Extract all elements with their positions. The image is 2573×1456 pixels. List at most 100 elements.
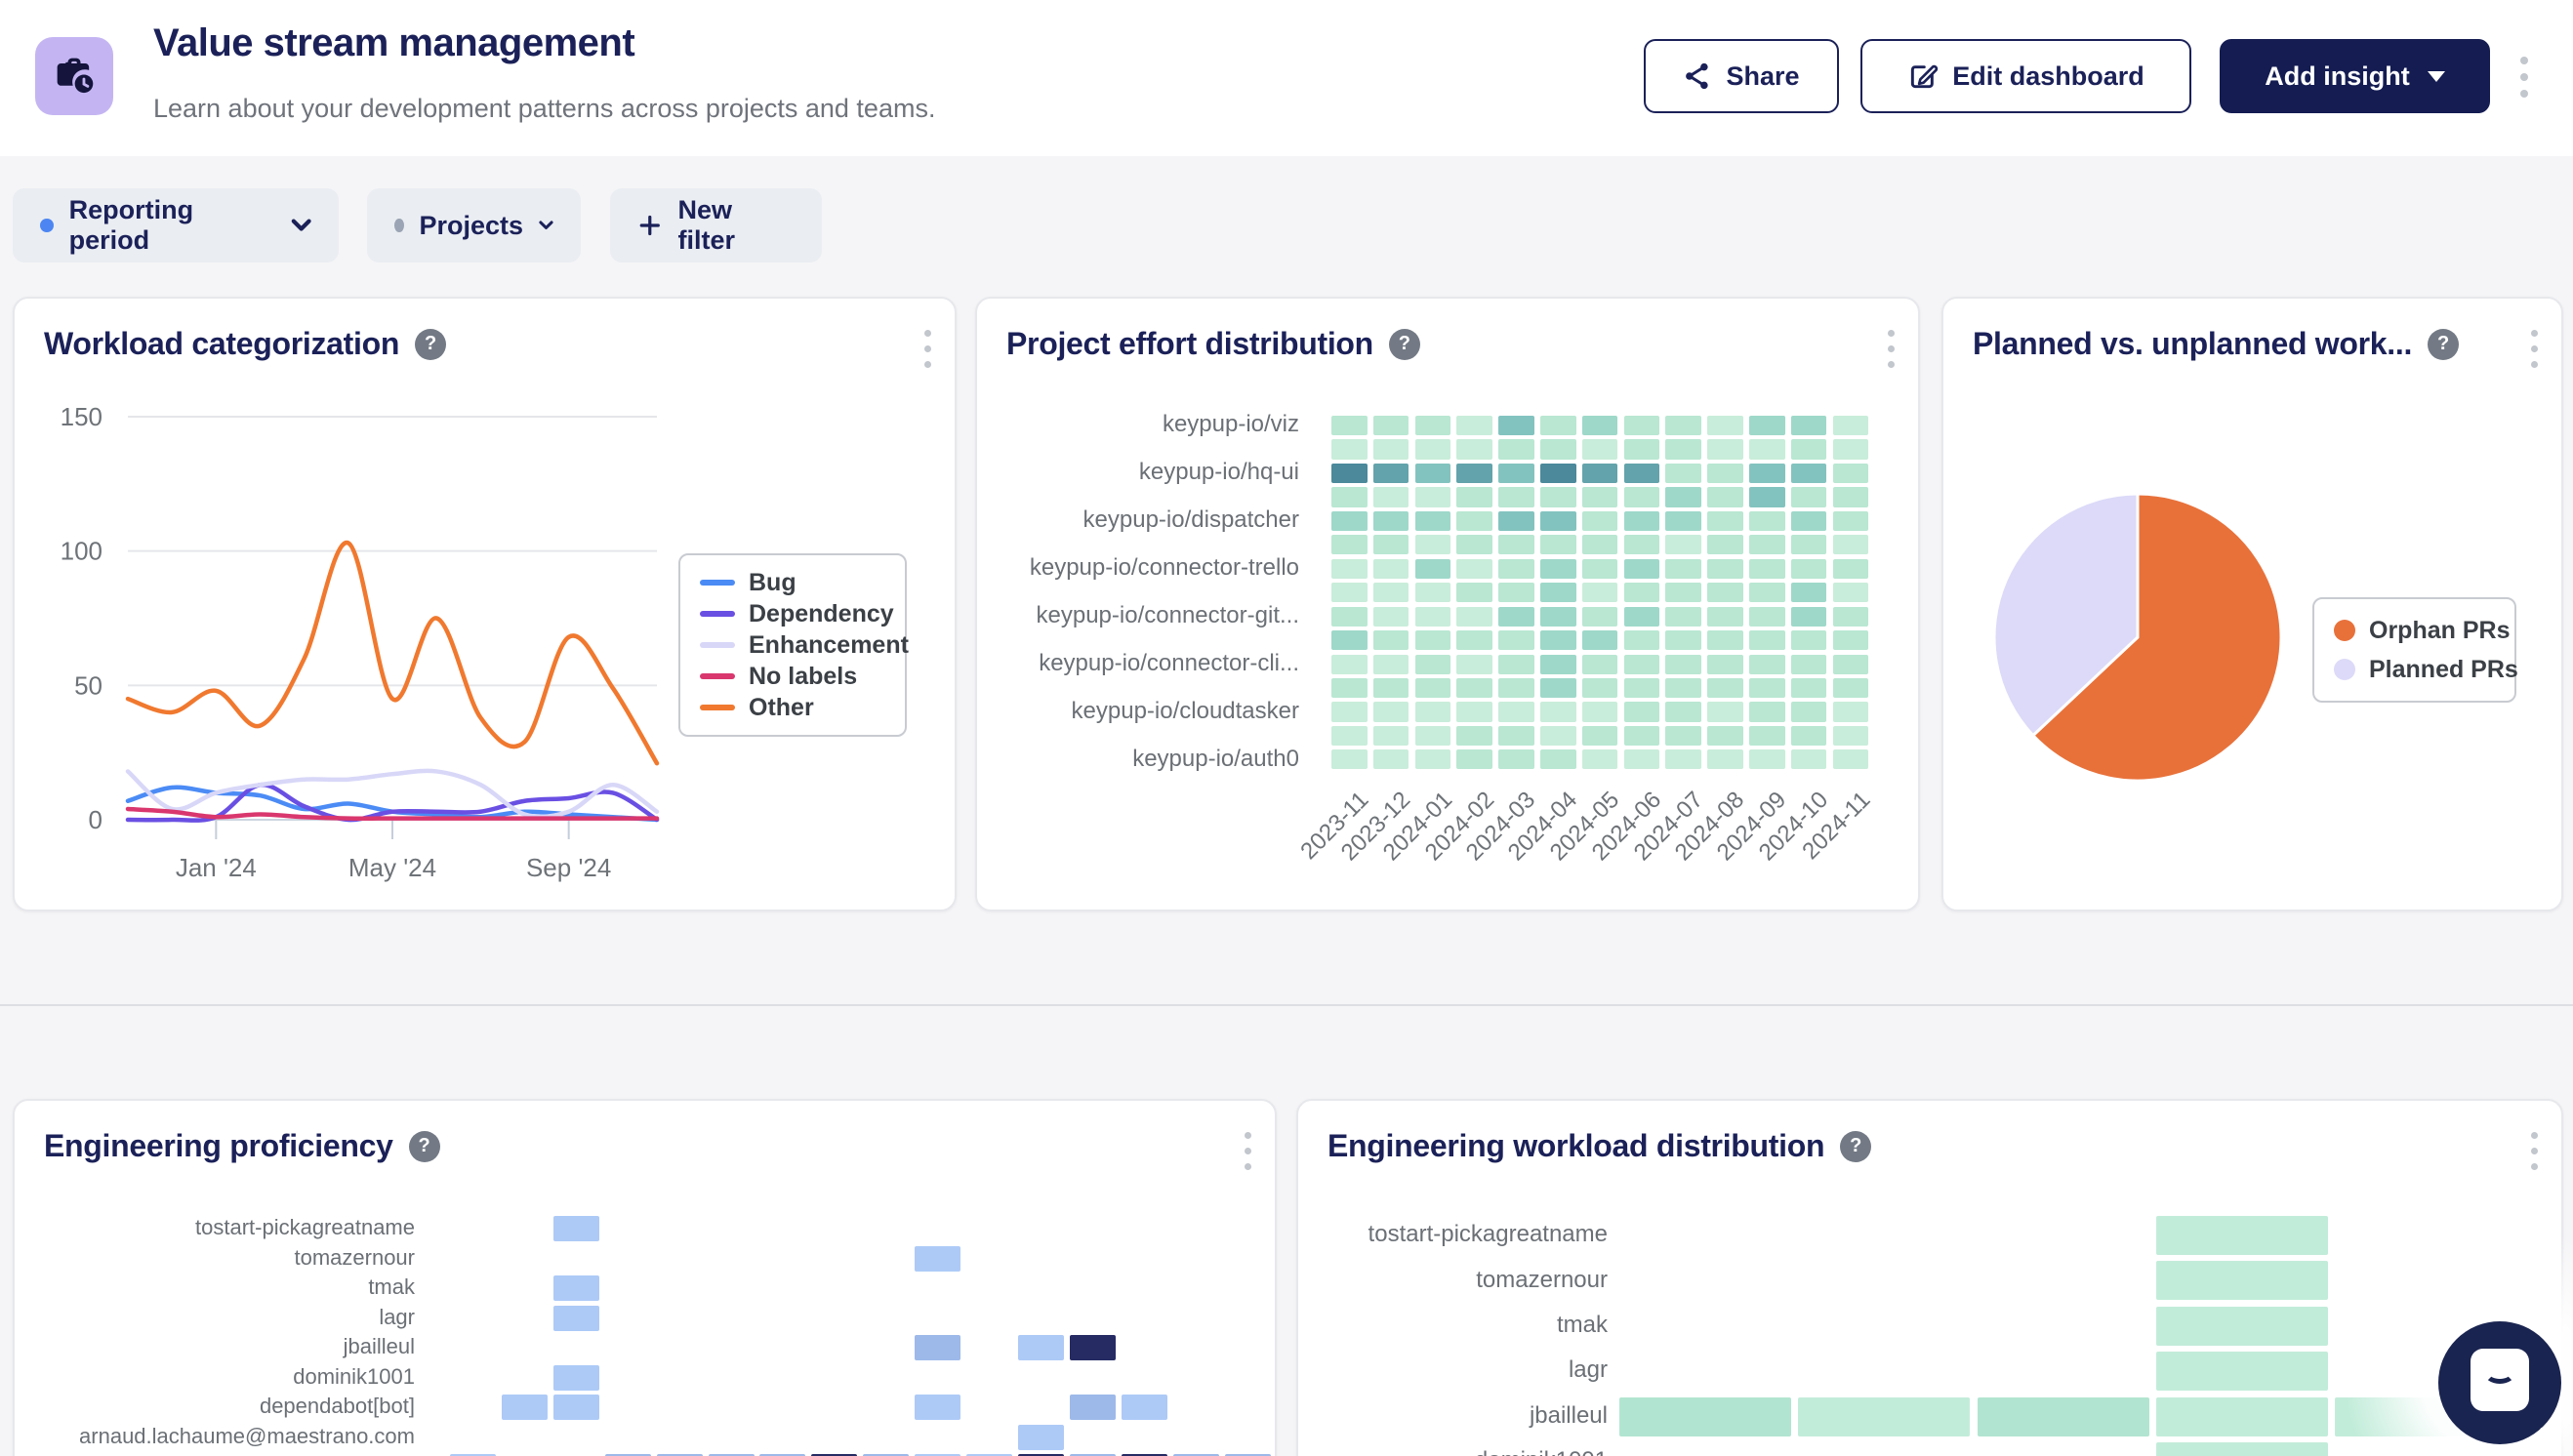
new-filter-button[interactable]: New filter bbox=[610, 188, 822, 263]
heatmap-cell bbox=[1791, 535, 1827, 554]
heatmap-cell bbox=[1791, 439, 1827, 459]
filter-reporting-period[interactable]: Reporting period bbox=[13, 188, 339, 263]
heatmap-cell bbox=[1373, 749, 1409, 769]
legend-item[interactable]: Enhancement bbox=[700, 629, 885, 661]
heatmap-cell bbox=[1665, 535, 1701, 554]
header-kebab-menu[interactable] bbox=[2520, 57, 2528, 98]
y-axis-tick: 100 bbox=[61, 537, 102, 566]
legend-item[interactable]: Other bbox=[700, 692, 885, 723]
heatmap-cell bbox=[1624, 511, 1660, 531]
heatmap-cell bbox=[1540, 655, 1576, 674]
heatmap-cell bbox=[1498, 439, 1534, 459]
pie-chart-legend: Orphan PRsPlanned PRs bbox=[2312, 597, 2516, 703]
row-label: keypup-io/dispatcher bbox=[977, 506, 1299, 534]
heatmap-cell bbox=[1415, 583, 1451, 602]
heatmap-cell bbox=[1749, 511, 1785, 531]
heatmap-cell bbox=[1456, 559, 1492, 579]
heatmap-cell bbox=[1582, 749, 1618, 769]
legend-swatch-icon bbox=[700, 673, 735, 679]
legend-item[interactable]: No labels bbox=[700, 661, 885, 692]
share-icon bbox=[1683, 61, 1712, 91]
heatmap-cell bbox=[1540, 749, 1576, 769]
heatmap-cell bbox=[1373, 559, 1409, 579]
heatmap-cell bbox=[1749, 487, 1785, 506]
heatmap-cell bbox=[1791, 464, 1827, 483]
row-label: keypup-io/connector-cli... bbox=[977, 650, 1299, 677]
page-subtitle: Learn about your development patterns ac… bbox=[153, 94, 935, 124]
heatmap-cell bbox=[1707, 487, 1743, 506]
share-button[interactable]: Share bbox=[1644, 39, 1839, 113]
heatmap-cell bbox=[1456, 630, 1492, 650]
heatmap-cell bbox=[1456, 487, 1492, 506]
heatmap-cell bbox=[1373, 655, 1409, 674]
heatmap-cell bbox=[1833, 749, 1869, 769]
share-label: Share bbox=[1726, 61, 1799, 92]
row-label: keypup-io/viz bbox=[977, 411, 1299, 438]
row-label: dependabot[bot] bbox=[15, 1394, 415, 1419]
effort-heatmap[interactable]: keypup-io/vizkeypup-io/hq-uikeypup-io/di… bbox=[977, 299, 1918, 910]
heatmap-cell bbox=[1373, 726, 1409, 746]
add-insight-label: Add insight bbox=[2265, 61, 2409, 92]
add-insight-button[interactable]: Add insight bbox=[2220, 39, 2490, 113]
heatmap-cell bbox=[1540, 416, 1576, 435]
heatmap-cell bbox=[1749, 678, 1785, 698]
heatmap-cell bbox=[1070, 1335, 1116, 1360]
row-label: keypup-io/connector-trello bbox=[977, 554, 1299, 582]
heatmap-cell bbox=[1582, 464, 1618, 483]
heatmap-cell bbox=[1373, 702, 1409, 721]
new-filter-label: New filter bbox=[678, 195, 795, 256]
row-label: tmak bbox=[15, 1274, 415, 1300]
heatmap-cell bbox=[1415, 702, 1451, 721]
filter-projects[interactable]: Projects bbox=[367, 188, 581, 263]
legend-item[interactable]: Dependency bbox=[700, 598, 885, 629]
legend-swatch-icon bbox=[700, 611, 735, 617]
heatmap-cell bbox=[553, 1216, 599, 1241]
heatmap-cell bbox=[1582, 511, 1618, 531]
legend-item[interactable]: Planned PRs bbox=[2334, 650, 2495, 689]
heatmap-cell bbox=[1791, 559, 1827, 579]
heatmap-cell bbox=[1749, 630, 1785, 650]
heatmap-cell bbox=[915, 1395, 960, 1420]
heatmap-cell bbox=[1707, 439, 1743, 459]
heatmap-cell bbox=[2156, 1352, 2328, 1391]
row-label: arnaud.lachaume@maestrano.com bbox=[15, 1424, 415, 1449]
heatmap-cell bbox=[1456, 583, 1492, 602]
heatmap-cell bbox=[1833, 583, 1869, 602]
chat-widget-button[interactable] bbox=[2438, 1321, 2561, 1444]
x-axis-tick: Sep '24 bbox=[526, 853, 611, 882]
heatmap-cell bbox=[1624, 559, 1660, 579]
heatmap-cell bbox=[1582, 439, 1618, 459]
legend-label: Planned PRs bbox=[2369, 656, 2518, 684]
legend-label: No labels bbox=[749, 663, 857, 691]
heatmap-cell bbox=[1749, 607, 1785, 627]
heatmap-cell bbox=[1707, 702, 1743, 721]
heatmap-cell bbox=[1331, 511, 1368, 531]
heatmap-cell bbox=[1624, 416, 1660, 435]
row-label: tmak bbox=[1298, 1312, 1608, 1339]
heatmap-cell bbox=[1582, 583, 1618, 602]
heatmap-cell bbox=[1624, 678, 1660, 698]
heatmap-cell bbox=[1540, 439, 1576, 459]
heatmap-cell bbox=[1373, 535, 1409, 554]
heatmap-cell bbox=[1373, 487, 1409, 506]
heatmap-cell bbox=[1624, 439, 1660, 459]
legend-item[interactable]: Bug bbox=[700, 567, 885, 598]
heatmap-cell bbox=[1540, 535, 1576, 554]
heatmap-cell bbox=[1707, 678, 1743, 698]
proficiency-heatmap[interactable]: tostart-pickagreatnametomazernourtmaklag… bbox=[15, 1101, 1275, 1456]
chat-bubble-icon bbox=[2471, 1349, 2529, 1411]
heatmap-cell bbox=[1456, 416, 1492, 435]
plus-icon bbox=[637, 213, 663, 238]
edit-dashboard-button[interactable]: Edit dashboard bbox=[1860, 39, 2191, 113]
legend-item[interactable]: Orphan PRs bbox=[2334, 611, 2495, 650]
heatmap-cell bbox=[1582, 416, 1618, 435]
edit-icon bbox=[1907, 61, 1939, 92]
heatmap-cell bbox=[1665, 749, 1701, 769]
heatmap-cell bbox=[1415, 678, 1451, 698]
heatmap-cell bbox=[1624, 535, 1660, 554]
heatmap-cell bbox=[1833, 535, 1869, 554]
heatmap-cell bbox=[1624, 749, 1660, 769]
x-axis-tick: May '24 bbox=[348, 853, 436, 882]
heatmap-cell bbox=[1833, 655, 1869, 674]
heatmap-cell bbox=[1707, 583, 1743, 602]
